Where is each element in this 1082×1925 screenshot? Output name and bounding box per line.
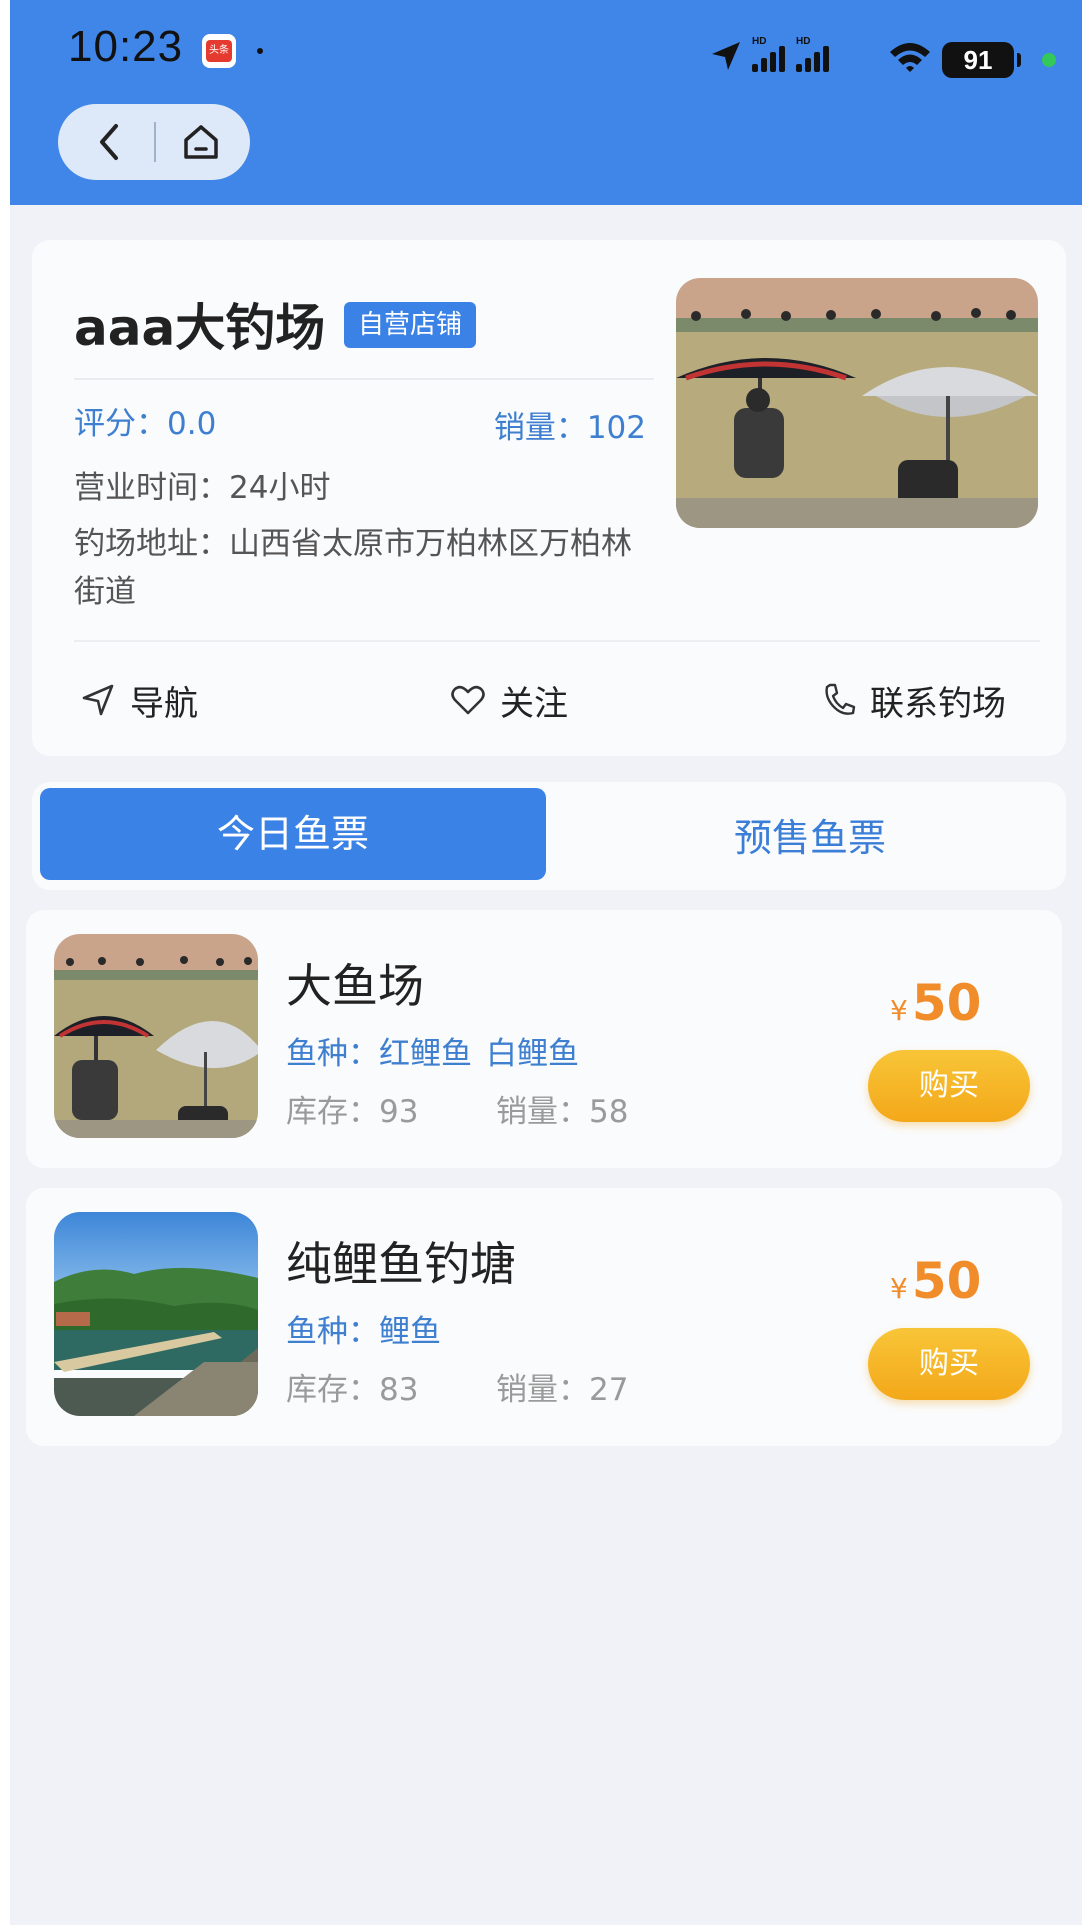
top-bar: 10:23 头条 HD HD 91 <box>10 0 1082 205</box>
buy-button[interactable]: 购买 <box>868 1328 1030 1400</box>
divider <box>74 640 1040 642</box>
wifi-icon <box>890 43 930 72</box>
shop-info-card: aaa大钓场 自营店铺 评分：0.0 销量：102 营业时间：24小时 钓场地址… <box>32 240 1066 756</box>
self-operated-badge: 自营店铺 <box>344 302 477 348</box>
tab-presale-tickets[interactable]: 预售鱼票 <box>562 788 1058 880</box>
capsule-divider <box>154 122 156 162</box>
currency-symbol: ¥ <box>890 1272 908 1305</box>
shop-sales: 销量：102 <box>493 410 646 446</box>
chevron-left-icon <box>100 124 118 160</box>
contact-shop-button[interactable]: 联系钓场 <box>822 670 1006 730</box>
currency-symbol: ¥ <box>890 994 908 1027</box>
navigate-button[interactable]: 导航 <box>80 670 198 730</box>
ticket-tabs: 今日鱼票 预售鱼票 <box>32 782 1066 890</box>
ticket-price: ¥50 <box>890 974 981 1032</box>
signal-icon: HD HD <box>752 36 829 72</box>
ticket-sold: 销量：27 <box>496 1372 629 1408</box>
follow-label: 关注 <box>500 683 568 724</box>
heart-icon <box>451 685 485 715</box>
status-time: 10:23 <box>68 22 184 71</box>
news-app-icon: 头条 <box>202 34 236 68</box>
contact-label: 联系钓场 <box>870 683 1006 724</box>
ticket-item[interactable]: 大鱼场 鱼种：红鲤鱼 白鲤鱼 库存：93 销量：58 ¥50 购买 <box>26 910 1062 1168</box>
battery-tip <box>1017 53 1021 67</box>
fish-species: 鱼种：鲤鱼 <box>286 1306 455 1351</box>
ticket-stock: 库存：93 <box>286 1094 419 1130</box>
divider <box>74 378 654 380</box>
tab-today-tickets[interactable]: 今日鱼票 <box>40 788 546 880</box>
follow-button[interactable]: 关注 <box>450 670 568 730</box>
battery-icon: 91 <box>942 42 1014 78</box>
species-label: 鱼种： <box>286 1314 379 1350</box>
camera-indicator-dot <box>1042 53 1056 67</box>
species-tag: 鲤鱼 <box>379 1314 441 1350</box>
ticket-name: 纯鲤鱼钓塘 <box>286 1237 516 1291</box>
business-hours: 营业时间：24小时 <box>74 470 331 506</box>
price-value: 50 <box>911 974 982 1032</box>
news-app-label: 头条 <box>206 40 232 62</box>
nav-capsule <box>58 104 250 180</box>
home-icon <box>184 125 218 159</box>
price-value: 50 <box>911 1252 982 1310</box>
species-label: 鱼种： <box>286 1036 379 1072</box>
svg-text:HD: HD <box>752 36 766 47</box>
status-dot <box>257 48 263 54</box>
species-tag: 白鲤鱼 <box>486 1036 579 1072</box>
navigate-label: 导航 <box>130 683 198 724</box>
shop-rating: 评分：0.0 <box>74 406 217 442</box>
svg-text:HD: HD <box>796 36 810 47</box>
screen: 10:23 头条 HD HD 91 aaa大钓场 自营店铺 评分：0.0 销量：… <box>10 0 1082 1925</box>
buy-button[interactable]: 购买 <box>868 1050 1030 1122</box>
ticket-item[interactable]: 纯鲤鱼钓塘 鱼种：鲤鱼 库存：83 销量：27 ¥50 购买 <box>26 1188 1062 1446</box>
shop-address: 钓场地址：山西省太原市万柏林区万柏林街道 <box>74 526 632 610</box>
navigation-arrow-icon <box>82 684 114 716</box>
ticket-photo <box>54 934 258 1138</box>
ticket-stock: 库存：83 <box>286 1372 419 1408</box>
location-arrow-icon <box>712 42 740 70</box>
ticket-photo <box>54 1212 258 1416</box>
phone-icon <box>825 683 856 715</box>
ticket-price: ¥50 <box>890 1252 981 1310</box>
shop-name: aaa大钓场 <box>74 299 326 357</box>
fish-species: 鱼种：红鲤鱼 白鲤鱼 <box>286 1028 593 1073</box>
ticket-name: 大鱼场 <box>286 959 424 1013</box>
species-tag: 红鲤鱼 <box>379 1036 472 1072</box>
status-icons: HD HD 91 <box>710 30 1070 80</box>
back-button[interactable] <box>76 112 142 172</box>
shop-photo[interactable] <box>676 278 1038 528</box>
home-button[interactable] <box>168 112 234 172</box>
ticket-sold: 销量：58 <box>496 1094 629 1130</box>
